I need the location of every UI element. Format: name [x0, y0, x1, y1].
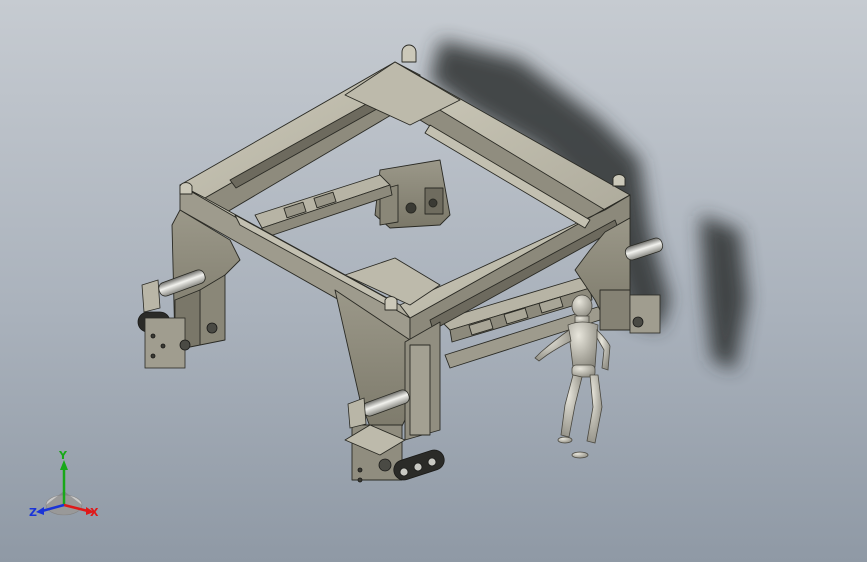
x-axis-label: X	[90, 506, 99, 519]
bottom-rail-back	[254, 174, 393, 239]
cad-viewport[interactable]: Y X Z	[0, 0, 867, 562]
z-axis-label: Z	[29, 506, 37, 519]
z-axis-arrow	[36, 507, 44, 515]
coordinate-triad: Y X Z	[29, 449, 99, 519]
track-right[interactable]	[629, 294, 661, 334]
inner-rail-left	[234, 214, 396, 311]
y-axis-label: Y	[58, 449, 68, 462]
